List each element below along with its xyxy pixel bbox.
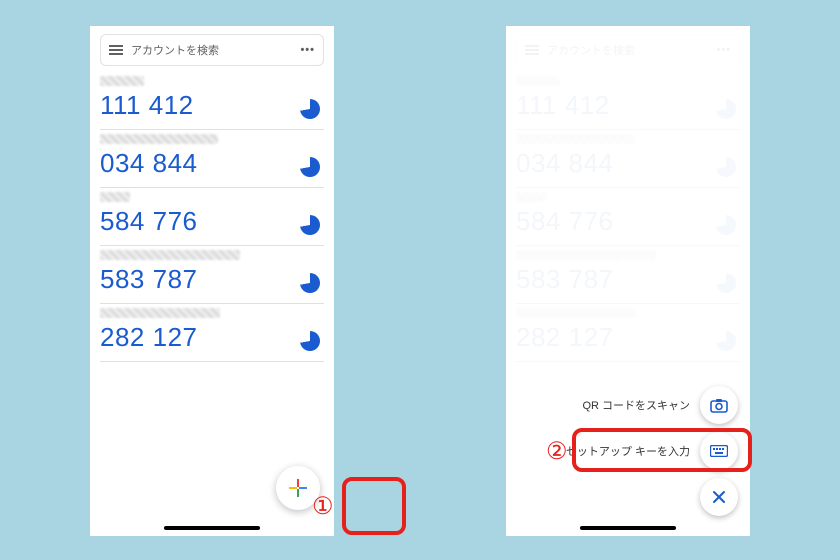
timer-icon [300, 215, 320, 235]
timer-icon [300, 157, 320, 177]
home-indicator [580, 526, 676, 530]
account-name-redacted [100, 250, 240, 260]
account-entry[interactable]: 111 412 [100, 72, 324, 130]
menu-icon[interactable] [109, 45, 123, 55]
plus-icon [288, 478, 308, 498]
otp-code: 583 787 [100, 264, 324, 295]
search-placeholder: アカウントを検索 [131, 42, 300, 58]
account-name-redacted [100, 192, 130, 202]
close-icon [711, 489, 727, 505]
timer-icon [300, 331, 320, 351]
account-name-redacted [100, 308, 220, 318]
callout-box-1 [342, 477, 406, 535]
otp-code: 034 844 [100, 148, 324, 179]
account-name-redacted [100, 134, 218, 144]
account-list: 111 412 034 844 584 776 583 787 282 127 [90, 72, 334, 362]
authenticator-screen-main: アカウントを検索 ••• 111 412 034 844 584 776 583 78… [90, 26, 334, 536]
account-entry[interactable]: 282 127 [100, 304, 324, 362]
timer-icon [300, 99, 320, 119]
account-entry[interactable]: 584 776 [100, 188, 324, 246]
otp-code: 111 412 [100, 90, 324, 121]
otp-code: 282 127 [100, 322, 324, 353]
search-bar[interactable]: アカウントを検索 ••• [100, 34, 324, 66]
more-icon[interactable]: ••• [300, 44, 315, 56]
account-entry[interactable]: 583 787 [100, 246, 324, 304]
account-entry[interactable]: 034 844 [100, 130, 324, 188]
callout-number-2: ② [546, 437, 568, 466]
close-button[interactable] [700, 478, 738, 516]
fab-close[interactable] [538, 478, 738, 516]
scan-qr-label: QR コードをスキャン [582, 397, 690, 413]
account-name-redacted [100, 76, 144, 86]
otp-code: 584 776 [100, 206, 324, 237]
callout-box-2 [572, 428, 752, 472]
callout-number-1: ① [312, 492, 334, 521]
home-indicator [164, 526, 260, 530]
fab-option-scan-qr[interactable]: QR コードをスキャン [538, 386, 738, 424]
scan-qr-button[interactable] [700, 386, 738, 424]
camera-icon [710, 398, 728, 413]
timer-icon [300, 273, 320, 293]
